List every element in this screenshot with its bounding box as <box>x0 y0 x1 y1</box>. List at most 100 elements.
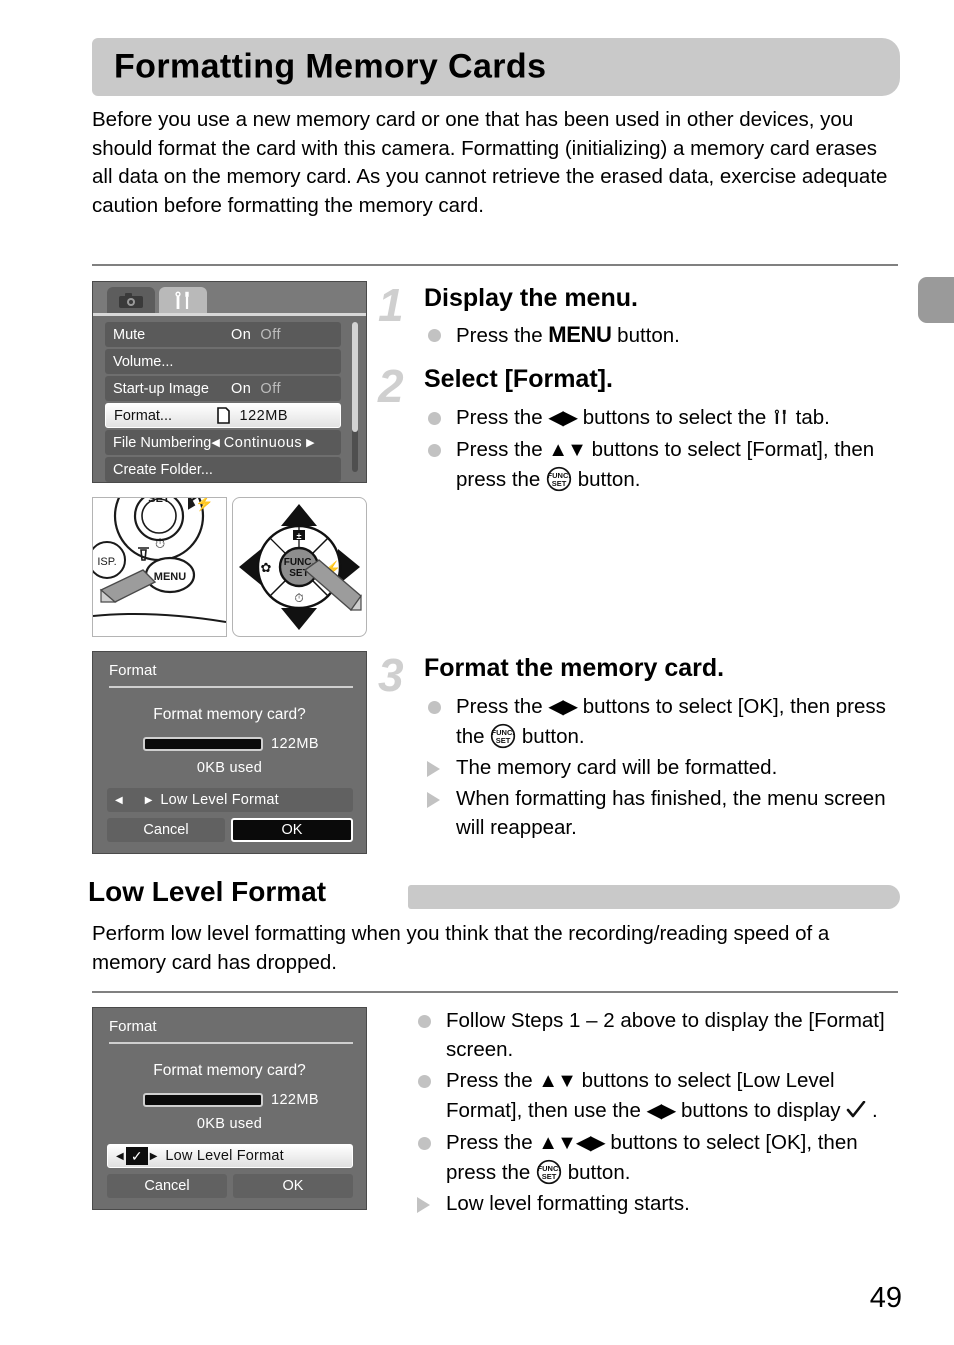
svg-text:⚡: ⚡ <box>195 498 214 512</box>
dialog-title: Format <box>109 662 157 679</box>
divider-top <box>92 264 898 266</box>
cancel-button[interactable]: Cancel <box>107 818 225 842</box>
instruction-text-c: button. <box>572 468 641 491</box>
left-right-arrow-glyph: ◀▶ <box>646 1100 677 1122</box>
instruction-text-a: Press the <box>456 438 549 461</box>
menu-row-value: On Off <box>231 326 281 343</box>
dialog-button-row: Cancel OK <box>107 1174 353 1198</box>
step-number: 2 <box>378 360 404 412</box>
bullet-dot-icon <box>428 701 441 714</box>
step-heading: Format the memory card. <box>424 654 725 682</box>
up-down-arrow-glyph: ▲▼ <box>538 1070 577 1092</box>
low-level-format-row[interactable]: ◀ ✓ ▶ Low Level Format <box>107 1144 353 1168</box>
dialog-rule <box>109 686 353 688</box>
menu-row-value: 122MB <box>239 407 288 424</box>
divider-bottom <box>92 991 898 993</box>
menu-button-diagram: SET ⚡ ⏱ ISP. MENU <box>92 497 227 637</box>
svg-text:✿: ✿ <box>261 560 272 575</box>
step-instruction: Press the ◀▶ buttons to select the tab. <box>424 403 900 433</box>
left-right-arrow-glyph: ◀▶ <box>548 407 578 429</box>
menu-scrollbar-thumb[interactable] <box>352 322 358 432</box>
menu-row-label: Format... <box>114 407 173 424</box>
menu-row-file-numbering[interactable]: File Numbering ◀ Continuous ▶ <box>105 430 341 455</box>
low-level-format-label: Low Level Format <box>165 1148 284 1164</box>
page-edge-tab-marker <box>918 277 954 323</box>
menu-row-format[interactable]: Format... 122MB <box>105 403 341 428</box>
chevron-left-icon[interactable]: ◀ <box>115 795 123 806</box>
page-title-banner: Formatting Memory Cards <box>92 38 900 96</box>
low-level-format-row[interactable]: ◀ ▶ Low Level Format <box>107 788 353 812</box>
result-triangle-icon <box>417 1197 430 1213</box>
settings-tab-icon <box>772 405 790 424</box>
step-number: 3 <box>378 649 404 701</box>
chevron-right-icon[interactable]: ▶ <box>306 436 314 449</box>
menu-button-glyph: MENU <box>548 322 612 347</box>
format-dialog-low-level-screenshot: Format Format memory card? 122MB 0KB use… <box>92 1007 367 1210</box>
menu-row-volume[interactable]: Volume... <box>105 349 341 374</box>
svg-text:SET: SET <box>148 498 170 505</box>
capacity-used: 0KB used <box>196 1116 263 1132</box>
menu-row-create-folder[interactable]: Create Folder... <box>105 457 341 482</box>
instruction-text-d: . <box>866 1099 878 1122</box>
result-triangle-icon <box>427 792 440 808</box>
format-dialog-screenshot: Format Format memory card? 122MB 0KB use… <box>92 651 367 854</box>
dialog-question: Format memory card? <box>153 706 306 723</box>
menu-row-label: Mute <box>113 326 146 343</box>
wrench-screwdriver-icon <box>175 291 189 309</box>
instruction-text-c: tab. <box>789 406 830 429</box>
camera-icon <box>119 292 143 308</box>
page-number: 49 <box>869 1282 902 1314</box>
result-triangle-icon <box>427 761 440 777</box>
checkbox-checked[interactable]: ✓ <box>125 1147 148 1165</box>
left-right-arrow-glyph: ◀▶ <box>575 1132 606 1154</box>
instruction-text-a: Press the <box>456 695 549 718</box>
result-text: When formatting has finished, the menu s… <box>456 787 886 839</box>
menu-row-mute[interactable]: Mute On Off <box>105 322 341 347</box>
dialog-title: Format <box>109 1018 157 1035</box>
step-instruction: Press the ▲▼ buttons to select [Format],… <box>424 435 900 494</box>
chevron-right-icon[interactable]: ▶ <box>150 1151 158 1162</box>
chevron-left-icon[interactable]: ◀ <box>211 436 219 449</box>
result-text: Low level formatting starts. <box>446 1192 690 1215</box>
instruction-item: Press the ▲▼ buttons to select [Low Leve… <box>414 1066 890 1126</box>
step-heading: Select [Format]. <box>424 365 613 393</box>
chevron-left-icon[interactable]: ◀ <box>116 1151 124 1162</box>
step-result: The memory card will be formatted. <box>424 753 900 782</box>
left-right-arrow-glyph: ◀▶ <box>548 696 578 718</box>
capacity-bar <box>143 737 263 751</box>
low-level-format-label: Low Level Format <box>160 792 279 808</box>
settings-tab[interactable] <box>159 287 207 313</box>
capacity-bar <box>143 1093 263 1107</box>
camera-menu-screenshot: Mute On Off Volume... Start-up Image On … <box>92 281 367 483</box>
svg-text:SET: SET <box>552 479 567 488</box>
up-down-arrow-glyph: ▲▼ <box>548 439 587 461</box>
cancel-button[interactable]: Cancel <box>107 1174 227 1198</box>
instruction-text-a: Press the <box>456 324 549 347</box>
capacity-used: 0KB used <box>196 760 263 776</box>
menu-row-value: On Off <box>231 380 281 397</box>
svg-text:⏱: ⏱ <box>294 591 303 605</box>
bullet-dot-icon <box>428 412 441 425</box>
ok-button[interactable]: OK <box>233 1174 353 1198</box>
section-heading: Low Level Format <box>88 876 337 908</box>
intro-paragraph: Before you use a new memory card or one … <box>92 108 888 217</box>
svg-text:SET: SET <box>496 736 511 745</box>
instruction-result: Low level formatting starts. <box>414 1189 890 1218</box>
instruction-text-c: button. <box>516 725 585 748</box>
step-instruction: Press the ◀▶ buttons to select [OK], the… <box>424 692 900 751</box>
func-set-pad-diagram: ± ⚡ ✿ ⏱ FUNC. SET <box>232 497 367 637</box>
section-heading-group: Low Level Format <box>88 876 900 912</box>
result-text: The memory card will be formatted. <box>456 756 778 779</box>
instruction-text-a: Press the <box>446 1131 539 1154</box>
ok-button[interactable]: OK <box>231 818 353 842</box>
menu-row-startup-image[interactable]: Start-up Image On Off <box>105 376 341 401</box>
bullet-dot-icon <box>428 444 441 457</box>
chevron-right-icon[interactable]: ▶ <box>145 795 153 806</box>
instruction-text-c: button. <box>562 1161 631 1184</box>
bullet-dot-icon <box>418 1015 431 1028</box>
page-title: Formatting Memory Cards <box>114 47 547 86</box>
shooting-tab[interactable] <box>107 287 155 313</box>
bullet-dot-icon <box>428 329 441 342</box>
svg-text:MENU: MENU <box>154 571 186 583</box>
svg-text:SET: SET <box>542 1172 557 1181</box>
